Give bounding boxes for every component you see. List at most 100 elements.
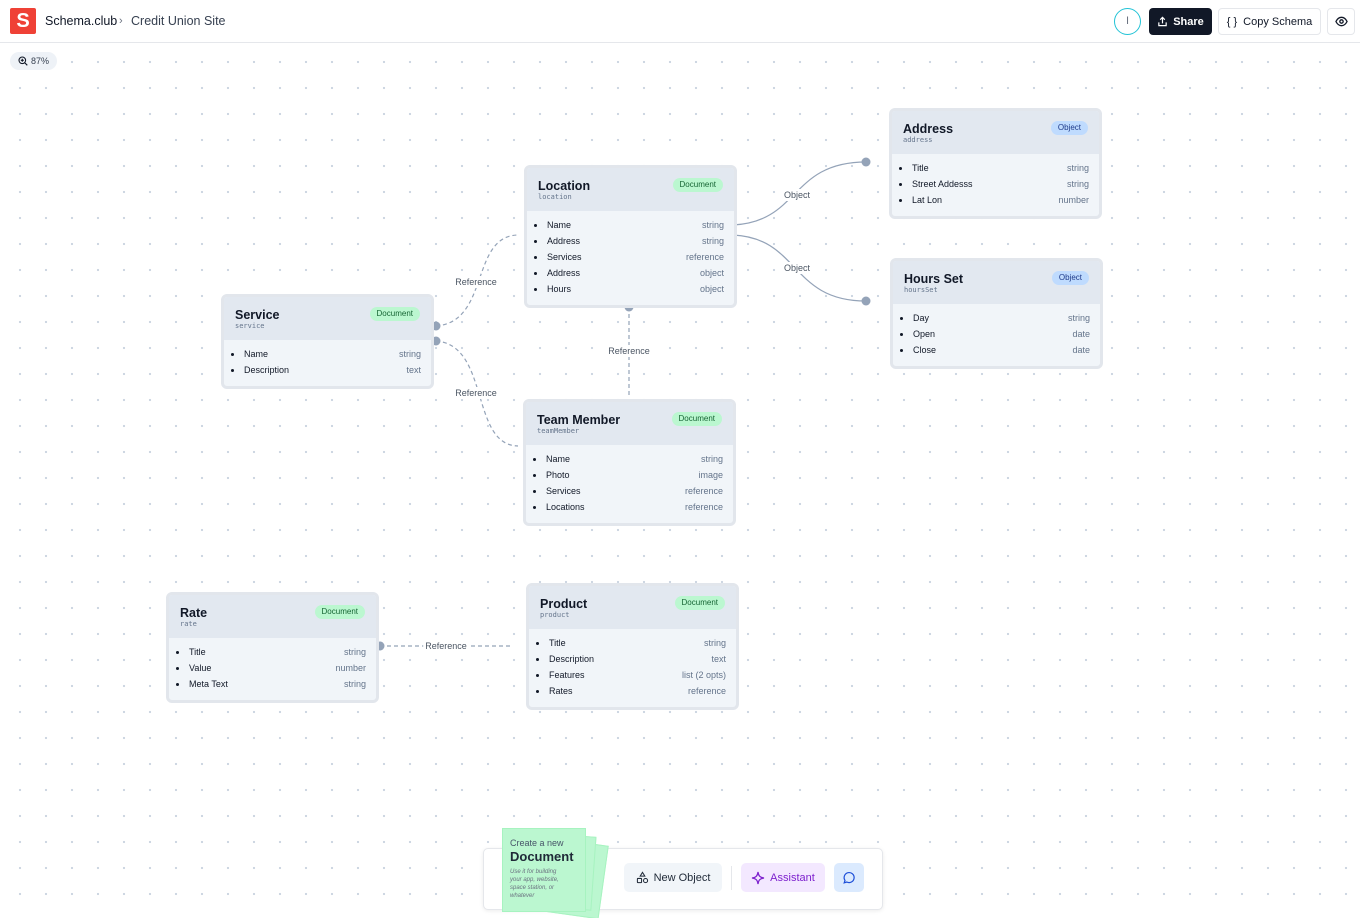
field-name: Title [897, 160, 929, 176]
field-name: Name [229, 346, 268, 362]
field-type: string [1066, 163, 1089, 173]
field-name: Street Addesss [897, 176, 973, 192]
field-row[interactable]: Photo image [531, 467, 723, 483]
field-row[interactable]: Rates reference [534, 683, 726, 699]
node-header: Product product Document [529, 586, 736, 629]
node-service[interactable]: Service service Document Name string Desc… [221, 294, 434, 389]
zoom-in-icon [18, 56, 28, 66]
node-team-member[interactable]: Team Member teamMember Document Name stri… [523, 399, 736, 526]
field-type: string [700, 454, 723, 464]
field-list: Title string Street Addesss string Lat Lon… [892, 154, 1099, 216]
field-name: Close [898, 342, 936, 358]
field-name: Services [532, 249, 582, 265]
field-type: string [398, 349, 421, 359]
share-button[interactable]: Share [1149, 8, 1212, 35]
field-row[interactable]: Name string [229, 346, 421, 362]
node-key: address [903, 136, 933, 144]
node-key: service [235, 322, 265, 330]
node-product[interactable]: Product product Document Title string Des… [526, 583, 739, 710]
field-type: string [703, 638, 726, 648]
field-row[interactable]: Description text [534, 651, 726, 667]
field-row[interactable]: Title string [174, 644, 366, 660]
create-doc-description: Use it for building your app, website, s… [510, 869, 559, 899]
field-row[interactable]: Title string [534, 635, 726, 651]
field-row[interactable]: Services reference [531, 483, 723, 499]
field-type: text [406, 365, 421, 375]
node-location[interactable]: Location location Document Name string Ad… [524, 165, 737, 308]
field-row[interactable]: Close date [898, 342, 1090, 358]
field-row[interactable]: Description text [229, 362, 421, 378]
field-list: Name string Description text [224, 340, 431, 386]
edge-label: Object [781, 262, 813, 274]
user-avatar[interactable]: I [1114, 8, 1141, 35]
field-type: date [1072, 345, 1090, 355]
field-row[interactable]: Services reference [532, 249, 724, 265]
share-icon [1158, 16, 1167, 27]
handle-hours-in [861, 296, 871, 306]
field-row[interactable]: Locations reference [531, 499, 723, 515]
field-name: Value [174, 660, 211, 676]
field-row[interactable]: Address string [532, 233, 724, 249]
field-name: Day [898, 310, 929, 326]
field-row[interactable]: Meta Text string [174, 676, 366, 692]
type-badge: Document [674, 596, 725, 610]
zoom-level: 87% [31, 56, 50, 66]
field-name: Open [898, 326, 935, 342]
field-row[interactable]: Hours object [532, 281, 724, 297]
edge-label: Object [781, 189, 813, 201]
node-hours-set[interactable]: Hours Set hoursSet Object Day string Open… [890, 258, 1103, 369]
app-logo[interactable]: S [10, 8, 36, 34]
field-name: Lat Lon [897, 192, 942, 208]
field-row[interactable]: Open date [898, 326, 1090, 342]
node-key: hoursSet [904, 286, 938, 294]
new-object-button[interactable]: New Object [624, 863, 722, 892]
field-name: Locations [531, 499, 585, 515]
chat-button[interactable] [834, 863, 864, 892]
node-address[interactable]: Address address Object Title string Stree… [889, 108, 1102, 219]
field-row[interactable]: Value number [174, 660, 366, 676]
copy-schema-button[interactable]: { } Copy Schema [1218, 8, 1321, 35]
field-type: string [701, 236, 724, 246]
zoom-indicator[interactable]: 87% [10, 52, 58, 70]
field-name: Address [532, 265, 580, 281]
assistant-label: Assistant [770, 871, 815, 884]
field-name: Services [531, 483, 581, 499]
top-bar: S Schema.club › Credit Union Site I Shar… [0, 0, 1360, 43]
node-rate[interactable]: Rate rate Document Title string Value numb… [166, 592, 379, 703]
shapes-icon [636, 871, 648, 884]
assistant-button[interactable]: Assistant [741, 863, 825, 892]
type-badge: Object [1051, 271, 1089, 285]
breadcrumb-separator-icon: › [119, 15, 123, 27]
field-row[interactable]: Address object [532, 265, 724, 281]
breadcrumb-app[interactable]: Schema.club [45, 14, 117, 28]
node-header: Service service Document [224, 297, 431, 340]
create-document-card[interactable]: Create a new Document Use it for buildin… [502, 828, 612, 918]
preview-button[interactable] [1327, 8, 1355, 35]
breadcrumb-page[interactable]: Credit Union Site [131, 14, 226, 28]
node-header: Address address Object [892, 111, 1099, 154]
field-row[interactable]: Name string [532, 217, 724, 233]
braces-icon: { } [1226, 15, 1238, 28]
field-type: reference [687, 686, 726, 696]
field-name: Hours [532, 281, 571, 297]
field-row[interactable]: Title string [897, 160, 1089, 176]
type-badge: Document [672, 178, 723, 192]
edge-label: Reference [453, 387, 499, 399]
node-key: location [538, 193, 572, 201]
document-sheet: Create a new Document Use it for buildin… [502, 828, 586, 912]
field-type: number [335, 663, 366, 673]
field-row[interactable]: Name string [531, 451, 723, 467]
field-name: Name [532, 217, 571, 233]
field-type: object [699, 284, 724, 294]
field-row[interactable]: Features list (2 opts) [534, 667, 726, 683]
field-row[interactable]: Street Addesss string [897, 176, 1089, 192]
node-key: product [540, 611, 570, 619]
field-type: string [701, 220, 724, 230]
field-type: object [699, 268, 724, 278]
create-doc-caption: Create a new [510, 838, 564, 848]
field-row[interactable]: Lat Lon number [897, 192, 1089, 208]
field-type: string [343, 679, 366, 689]
field-list: Title string Description text Features list… [529, 629, 736, 707]
handle-address-in [861, 157, 871, 167]
field-row[interactable]: Day string [898, 310, 1090, 326]
